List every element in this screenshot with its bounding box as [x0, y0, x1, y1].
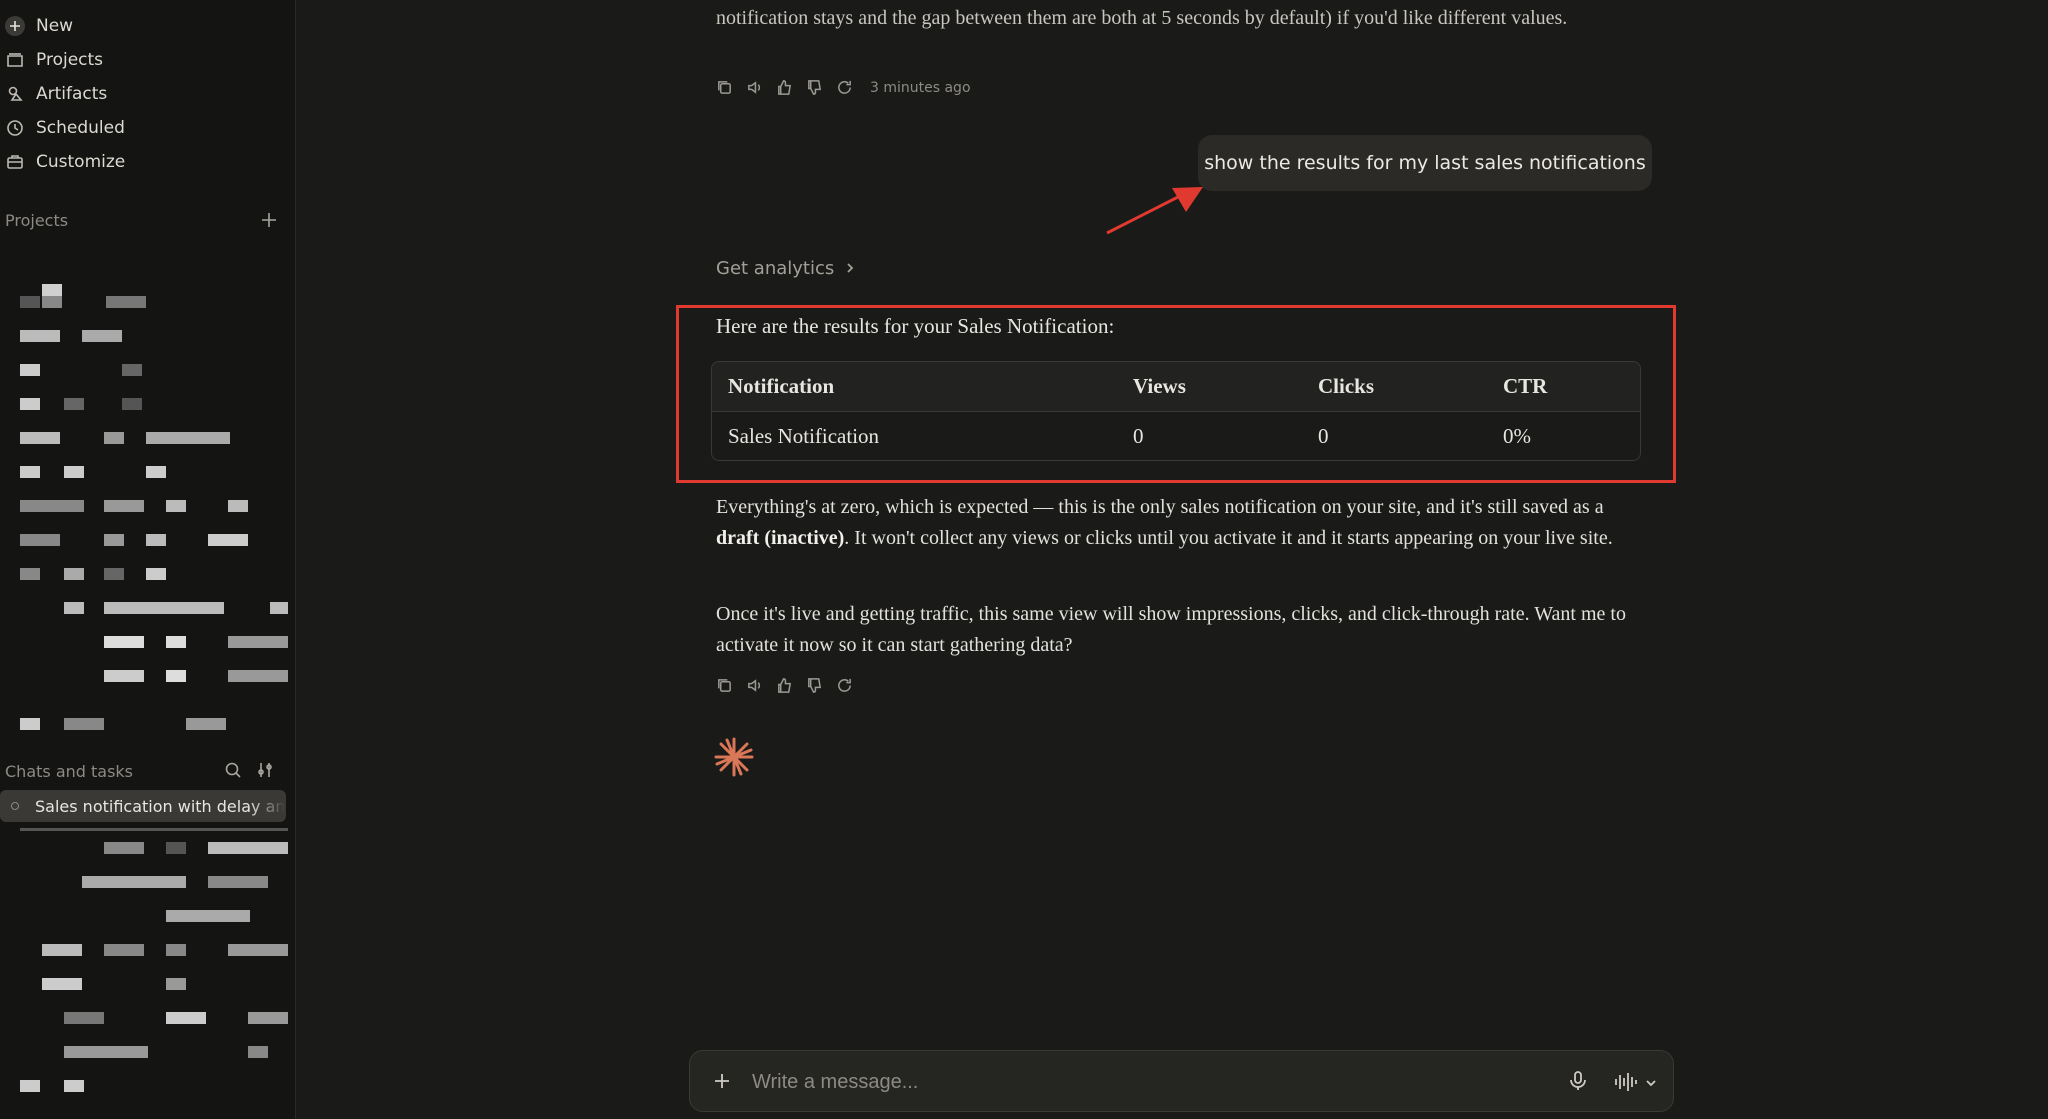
nav-scheduled[interactable]: Scheduled — [0, 113, 125, 143]
search-icon[interactable] — [224, 761, 242, 783]
table-cell: 0 — [1318, 423, 1329, 448]
tool-label: Get analytics — [716, 258, 835, 279]
chat-status-icon — [11, 802, 19, 810]
chevron-down-icon[interactable] — [1644, 1075, 1658, 1089]
projects-section-label: Projects — [5, 211, 69, 230]
filter-icon[interactable] — [256, 761, 274, 783]
copy-icon[interactable] — [716, 677, 734, 695]
message-input[interactable] — [752, 1064, 1532, 1100]
nav-new-label: New — [36, 16, 74, 36]
table-cell: 0 — [1133, 423, 1144, 448]
column-header: CTR — [1487, 362, 1640, 412]
column-header: Views — [1117, 362, 1302, 412]
table-row: Sales Notification 0 0 0% — [712, 412, 1640, 460]
results-table: Notification Views Clicks CTR Sales Noti… — [711, 361, 1641, 461]
voice-mode-icon[interactable] — [1613, 1070, 1639, 1094]
get-analytics-tool[interactable]: Get analytics — [716, 258, 856, 279]
assistant-paragraph-2: Once it's live and getting traffic, this… — [716, 603, 1626, 656]
assistant-paragraph-1: Everything's at zero, which is expected … — [716, 492, 1636, 554]
briefcase-icon — [4, 151, 26, 173]
table-cell: Sales Notification — [728, 423, 880, 448]
nav-scheduled-label: Scheduled — [36, 118, 125, 138]
plus-icon — [4, 15, 26, 37]
thumbs-down-icon[interactable] — [806, 79, 824, 97]
message-actions — [716, 677, 854, 695]
nav-artifacts[interactable]: Artifacts — [0, 79, 107, 109]
nav-projects[interactable]: Projects — [0, 45, 103, 75]
sidebar: New Projects Artifacts Scheduled Customi… — [0, 0, 296, 1119]
column-header: Notification — [712, 362, 1117, 412]
nav-customize-label: Customize — [36, 152, 126, 172]
thumbs-up-icon[interactable] — [776, 677, 794, 695]
table-cell: 0% — [1503, 423, 1531, 448]
user-message-bubble: show the results for my last sales notif… — [1198, 135, 1652, 191]
result-intro-text: Here are the results for your Sales Noti… — [716, 314, 1115, 338]
paragraph-text: Everything's at zero, which is expected … — [716, 496, 1604, 518]
redacted-project-list — [16, 278, 288, 738]
thumbs-down-icon[interactable] — [806, 677, 824, 695]
thumbs-up-icon[interactable] — [776, 79, 794, 97]
folder-icon — [4, 49, 26, 71]
clock-icon — [4, 117, 26, 139]
speaker-icon[interactable] — [746, 677, 764, 695]
microphone-icon[interactable] — [1566, 1069, 1590, 1093]
previous-message-text: notification stays and the gap between t… — [716, 7, 1568, 29]
nav-customize[interactable]: Customize — [0, 147, 125, 177]
add-attachment-icon[interactable] — [712, 1071, 732, 1091]
chevron-right-icon — [844, 258, 856, 279]
shapes-icon — [4, 83, 26, 105]
table-header-row: Notification Views Clicks CTR — [712, 362, 1640, 412]
nav-artifacts-label: Artifacts — [36, 84, 108, 104]
previous-message-actions: 3 minutes ago — [716, 79, 971, 97]
paragraph-bold-text: draft (inactive) — [716, 527, 845, 549]
message-timestamp: 3 minutes ago — [870, 80, 971, 96]
active-chat-title: Sales notification with delay and — [35, 796, 286, 816]
column-header: Clicks — [1302, 362, 1487, 412]
paragraph-text: . It won't collect any views or clicks u… — [844, 527, 1613, 549]
retry-icon[interactable] — [836, 677, 854, 695]
nav-new[interactable]: New — [0, 11, 73, 41]
spark-logo-icon — [714, 737, 754, 777]
message-composer — [689, 1050, 1674, 1112]
active-chat-item[interactable]: Sales notification with delay and — [0, 790, 286, 822]
retry-icon[interactable] — [836, 79, 854, 97]
main-pane — [297, 0, 2048, 1119]
add-project-icon[interactable] — [260, 211, 278, 233]
nav-projects-label: Projects — [36, 50, 104, 70]
copy-icon[interactable] — [716, 79, 734, 97]
redacted-chat-list — [16, 828, 288, 1098]
speaker-icon[interactable] — [746, 79, 764, 97]
chats-section-label: Chats and tasks — [5, 762, 134, 781]
